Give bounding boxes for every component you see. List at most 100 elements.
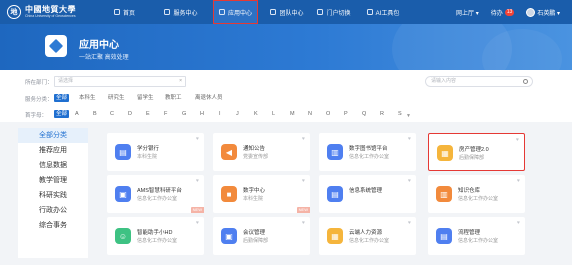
app-department: 本科生院: [137, 154, 158, 160]
favorite-heart-icon[interactable]: ♥: [517, 178, 520, 184]
initial-letter[interactable]: N: [308, 111, 312, 117]
initial-chip-all[interactable]: 全部: [54, 110, 70, 118]
app-card[interactable]: ▤ 流程管理 信息化工作办公室 ♥: [428, 217, 525, 255]
app-department: 信息化工作办公室: [137, 238, 178, 244]
initial-letter[interactable]: H: [200, 111, 204, 117]
nav-label: 服务中心: [173, 10, 198, 17]
sidebar-item-admin[interactable]: 行政办公: [18, 203, 88, 218]
category-filter-label: 服务分类：: [25, 97, 53, 103]
user-menu[interactable]: 石英鹏 ▾: [526, 7, 560, 17]
app-card[interactable]: ▣ AMS智慧科研平台 信息化工作办公室 ♥ NEW: [107, 175, 204, 213]
app-name: 知识仓库: [458, 188, 481, 194]
favorite-heart-icon[interactable]: ♥: [302, 220, 305, 226]
initial-letter[interactable]: K: [254, 111, 258, 117]
initial-letter[interactable]: L: [272, 111, 275, 117]
category-chip-all[interactable]: 全部: [54, 94, 70, 102]
service-icon: [164, 9, 171, 15]
nav-portal-switch[interactable]: 门户切换: [312, 0, 356, 24]
initial-letter[interactable]: A: [75, 111, 79, 117]
app-card[interactable]: ☺ 智能助手小HD 信息化工作办公室 ♥: [107, 217, 204, 255]
apps-icon: [218, 9, 225, 15]
nav-service-center[interactable]: 服务中心: [152, 0, 210, 24]
initial-letter[interactable]: M: [290, 111, 295, 117]
sidebar-item-teaching[interactable]: 教学管理: [18, 173, 88, 188]
mode-dropdown[interactable]: 网上厅 ▾: [456, 8, 479, 17]
app-card[interactable]: ▤ 学分银行本科生院 ♥: [107, 133, 204, 171]
initial-letter[interactable]: O: [326, 111, 330, 117]
initial-letter[interactable]: P: [344, 111, 348, 117]
clear-icon[interactable]: ×: [179, 77, 182, 86]
data-icon: ■: [221, 186, 237, 202]
search-input[interactable]: 请输入内容: [425, 76, 533, 87]
favorite-heart-icon[interactable]: ♥: [408, 178, 411, 184]
dept-filter-label: 所在部门：: [25, 80, 53, 86]
app-card[interactable]: ◀ 通知公告 党委宣传部 ♥: [213, 133, 310, 171]
page-subtitle: 一站汇聚 高效处理: [79, 55, 129, 61]
app-card[interactable]: ■ 数字中心 本科生院 ♥ NEW: [213, 175, 310, 213]
favorite-heart-icon[interactable]: ♥: [302, 136, 305, 142]
favorite-heart-icon[interactable]: ♥: [196, 178, 199, 184]
favorite-heart-icon[interactable]: ♥: [408, 220, 411, 226]
initial-letter[interactable]: Q: [362, 111, 366, 117]
app-card[interactable]: ▤ 信息系统管理 ♥: [319, 175, 416, 213]
sidebar-item-research[interactable]: 科研实践: [18, 188, 88, 203]
app-card[interactable]: ▣ 会议管理 后勤保障部 ♥: [213, 217, 310, 255]
app-name: AMS智慧科研平台: [137, 188, 182, 194]
sidebar-item-all[interactable]: 全部分类: [18, 128, 88, 143]
nav-team-center[interactable]: 团队中心: [262, 0, 312, 24]
favorite-heart-icon[interactable]: ♥: [516, 137, 519, 143]
nav-ai-toolkit[interactable]: AI工具包: [360, 0, 406, 24]
app-name: 学分银行: [137, 146, 160, 152]
sidebar-item-recommended[interactable]: 推荐应用: [18, 143, 88, 158]
category-chip[interactable]: 本科生: [79, 94, 96, 102]
initial-letter[interactable]: S: [398, 111, 402, 117]
sidebar-item-general[interactable]: 综合事务: [18, 218, 88, 233]
system-icon: ▤: [327, 186, 343, 202]
workflow-icon: ▤: [436, 228, 452, 244]
todo-button[interactable]: 待办 13: [491, 8, 515, 17]
nav-home[interactable]: 首页: [103, 0, 146, 24]
initial-letter[interactable]: R: [380, 111, 384, 117]
user-name: 石英鹏 ▾: [537, 10, 560, 17]
initial-letter[interactable]: F: [164, 111, 167, 117]
hr-icon: ▦: [327, 228, 343, 244]
robot-icon: ☺: [115, 228, 131, 244]
category-chip[interactable]: 留学生: [137, 94, 154, 102]
dept-select[interactable]: 请选择 ×: [54, 76, 186, 87]
book-icon: ▤: [115, 144, 131, 160]
app-name: 通知公告: [243, 146, 266, 152]
app-card[interactable]: ▥ 数字图书馆平台 信息化工作办公室 ♥: [319, 133, 416, 171]
expand-letters-chevron-down-icon[interactable]: ▼: [406, 113, 411, 119]
favorite-heart-icon[interactable]: ♥: [196, 220, 199, 226]
category-chip[interactable]: 教职工: [165, 94, 182, 102]
todo-label: 待办: [490, 10, 503, 17]
initial-letter[interactable]: G: [182, 111, 186, 117]
home-icon: [113, 9, 120, 15]
initial-letter[interactable]: E: [146, 111, 150, 117]
warehouse-icon: ▥: [436, 186, 452, 202]
initial-letter[interactable]: D: [128, 111, 132, 117]
favorite-heart-icon[interactable]: ♥: [196, 136, 199, 142]
app-name: 会议管理: [243, 230, 266, 236]
sidebar-item-info-data[interactable]: 信息数据: [18, 158, 88, 173]
initial-letter[interactable]: B: [93, 111, 97, 117]
search-icon[interactable]: [523, 79, 528, 84]
university-logo[interactable]: 地 中國地質大學 China University of Geosciences: [7, 5, 97, 19]
initial-letter[interactable]: C: [110, 111, 114, 117]
app-department: 信息化工作办公室: [349, 238, 390, 244]
favorite-heart-icon[interactable]: ♥: [302, 178, 305, 184]
filter-panel: 所在部门： 请选择 × 请输入内容 服务分类： 全部 本科生 研究生 留学生 教职…: [0, 70, 572, 122]
nav-app-center[interactable]: 应用中心: [213, 0, 258, 24]
initial-letter[interactable]: I: [219, 111, 221, 117]
initial-letter[interactable]: J: [236, 111, 239, 117]
app-name: 房产管理2.0: [459, 147, 489, 153]
favorite-heart-icon[interactable]: ♥: [408, 136, 411, 142]
building-icon: ▦: [437, 145, 453, 161]
app-card[interactable]: ▦ 房产管理2.0 后勤保障部 ♥: [428, 133, 525, 171]
favorite-heart-icon[interactable]: ♥: [517, 220, 520, 226]
category-chip[interactable]: 离退休人员: [195, 94, 223, 102]
app-card[interactable]: ▥ 知识仓库 信息化工作办公室 ♥: [428, 175, 525, 213]
category-chip[interactable]: 研究生: [108, 94, 125, 102]
app-card[interactable]: ▦ 云端人力资源 信息化工作办公室 ♥: [319, 217, 416, 255]
top-nav-bar: 地 中國地質大學 China University of Geosciences…: [0, 0, 572, 24]
